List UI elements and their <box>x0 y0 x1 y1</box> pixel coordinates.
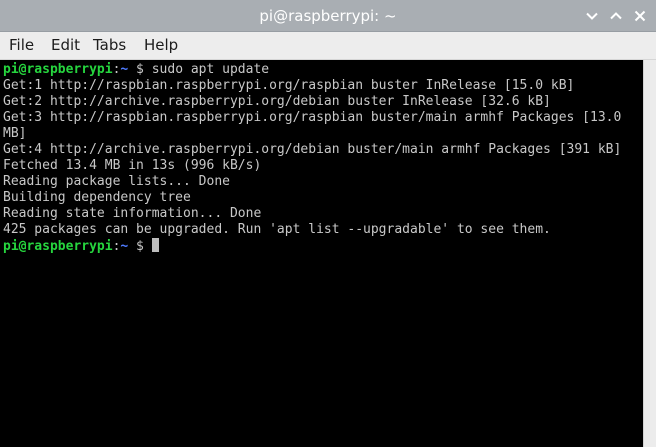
menu-file[interactable]: File <box>8 32 35 60</box>
output-line: 425 packages can be upgraded. Run 'apt l… <box>3 222 551 237</box>
close-icon <box>634 10 646 22</box>
chevron-up-icon <box>610 12 622 20</box>
close-button[interactable] <box>631 7 649 25</box>
prompt-symbol: $ <box>128 239 152 254</box>
prompt-symbol: $ <box>128 62 152 77</box>
prompt-line: pi@raspberrypi:~ $ <box>3 238 159 254</box>
output-line: Get:4 http://archive.raspberrypi.org/deb… <box>3 142 622 157</box>
title-bar[interactable]: pi@raspberrypi: ~ <box>0 0 656 32</box>
menu-tabs[interactable]: Tabs <box>92 32 127 60</box>
output-line: Building dependency tree <box>3 190 191 205</box>
output-line: Fetched 13.4 MB in 13s (996 kB/s) <box>3 158 262 173</box>
window-title: pi@raspberrypi: ~ <box>259 7 397 25</box>
command-text: sudo apt update <box>151 62 270 77</box>
output-line: Reading state information... Done <box>3 206 262 221</box>
menu-help[interactable]: Help <box>143 32 179 60</box>
output-line: Reading package lists... Done <box>3 174 230 189</box>
maximize-button[interactable] <box>607 7 625 25</box>
prompt-user: pi@raspberrypi <box>3 62 113 77</box>
text-cursor <box>151 238 159 252</box>
minimize-button[interactable] <box>583 7 601 25</box>
output-line: Get:1 http://raspbian.raspberrypi.org/ra… <box>3 78 575 93</box>
menu-bar: File Edit Tabs Help <box>0 32 656 60</box>
terminal-screen[interactable]: pi@raspberrypi:~ $ sudo apt update Get:1… <box>0 60 643 447</box>
prompt-user: pi@raspberrypi <box>3 239 113 254</box>
output-line: Get:3 http://raspbian.raspberrypi.org/ra… <box>3 110 622 125</box>
output-line: Get:2 http://archive.raspberrypi.org/deb… <box>3 94 551 109</box>
vertical-scrollbar[interactable] <box>643 60 656 447</box>
terminal-window: pi@raspberrypi: ~ File Edit Tabs Help pi… <box>0 0 656 447</box>
command-line: pi@raspberrypi:~ $ sudo apt update <box>3 62 269 78</box>
chevron-down-icon <box>586 12 598 20</box>
output-line: MB] <box>3 126 27 141</box>
menu-edit[interactable]: Edit <box>50 32 81 60</box>
